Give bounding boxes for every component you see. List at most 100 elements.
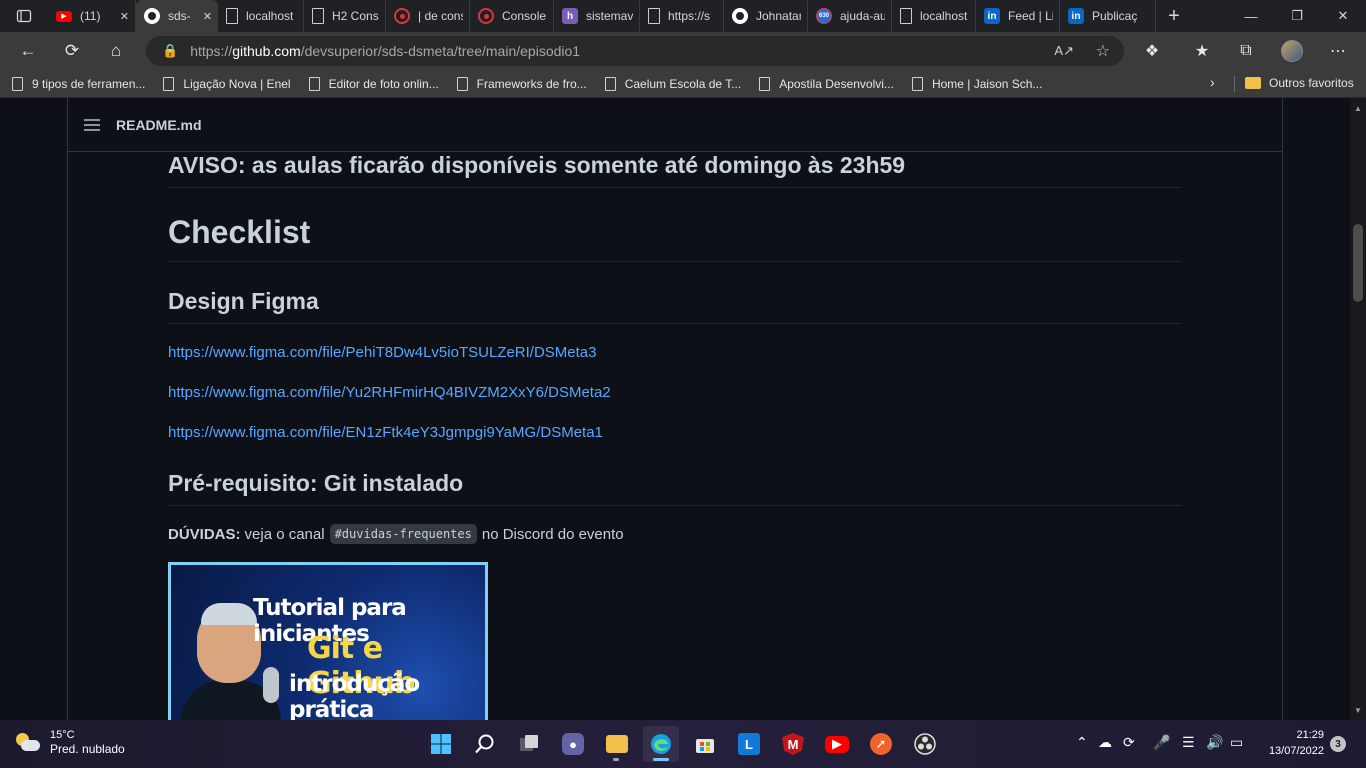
tab-strip: ▶ (11) ✕ sds- ✕ localhost H2 Cons | de cons Cons… (0, 0, 1366, 32)
sync-icon[interactable]: ⟳ (1123, 734, 1135, 751)
volume-icon[interactable]: 🔊 (1206, 734, 1223, 751)
figma-link-dsmeta2[interactable]: https://www.figma.com/file/Yu2RHFmirHQ4B… (168, 384, 611, 401)
new-tab-button[interactable]: + (1156, 0, 1192, 32)
close-tab-icon[interactable]: ✕ (120, 10, 129, 23)
edge-button[interactable] (643, 726, 679, 762)
restore-button[interactable]: ❐ (1274, 0, 1320, 32)
list-icon[interactable] (84, 118, 100, 131)
task-view-icon (520, 735, 538, 751)
figma-link-dsmeta1[interactable]: https://www.figma.com/file/EN1zFtk4eY3Jg… (168, 424, 603, 441)
scroll-down-icon[interactable]: ▼ (1350, 702, 1366, 718)
figma-link-dsmeta3[interactable]: https://www.figma.com/file/PehiT8Dw4Lv5i… (168, 344, 597, 361)
page-icon (163, 76, 175, 91)
favorites-divider (1234, 76, 1235, 92)
youtube-button[interactable]: ▶ (819, 726, 855, 762)
store-icon (696, 739, 714, 753)
favorites-icon[interactable]: ★ (1184, 32, 1220, 70)
aviso-heading: AVISO: as aulas ficarão disponíveis some… (168, 152, 1182, 188)
tab-1[interactable]: sds- ✕ (136, 0, 218, 32)
favorite-item[interactable]: Ligação Nova | Enel (163, 76, 291, 91)
chevron-right-icon[interactable]: › (1210, 74, 1215, 90)
vertical-scrollbar[interactable]: ▲ ▼ (1350, 98, 1366, 720)
minimize-button[interactable]: — (1228, 0, 1274, 32)
tab-8[interactable]: Johnatan (724, 0, 808, 32)
favorite-item[interactable]: Editor de foto onlin... (308, 76, 439, 91)
tab-title: (11) (80, 9, 101, 23)
duvidas-paragraph: DÚVIDAS: veja o canal #duvidas-frequente… (168, 524, 624, 544)
tab-7[interactable]: https://s (640, 0, 724, 32)
favorite-label: Ligação Nova | Enel (183, 76, 291, 91)
notification-badge[interactable]: 3 (1330, 736, 1346, 752)
scroll-up-icon[interactable]: ▲ (1350, 100, 1366, 116)
wifi-icon[interactable]: ☰ (1182, 734, 1195, 751)
tab-title: | de cons (418, 9, 463, 23)
tab-9[interactable]: 630 ajuda-au (808, 0, 892, 32)
youtube-icon: ▶ (56, 10, 72, 22)
tab-11[interactable]: in Feed | Lin (976, 0, 1060, 32)
git-tutorial-thumbnail[interactable]: Tutorial para iniciantes Git e Github in… (168, 562, 488, 720)
linkedin-icon: in (984, 8, 1000, 24)
tab-2[interactable]: localhost (218, 0, 304, 32)
more-menu-icon[interactable]: ⋯ (1320, 32, 1356, 70)
favorite-item[interactable]: Frameworks de fro... (456, 76, 587, 91)
favorite-item[interactable]: Apostila Desenvolvi... (759, 76, 894, 91)
tab-10[interactable]: localhost (892, 0, 976, 32)
close-tab-icon[interactable]: ✕ (203, 10, 212, 23)
teams-chat-button[interactable]: ● (555, 726, 591, 762)
favorite-item[interactable]: Home | Jaison Sch... (911, 76, 1042, 91)
task-view-button[interactable] (511, 726, 547, 762)
thumbnail-line3: introdução prática (289, 671, 420, 720)
app-l-button[interactable]: L (731, 726, 767, 762)
read-aloud-icon[interactable]: A↗ (1054, 43, 1074, 59)
presenter-cap (201, 603, 257, 625)
mcafee-button[interactable]: M (775, 726, 811, 762)
other-favorites-button[interactable]: Outros favoritos (1245, 76, 1354, 90)
taskbar: 15°C Pred. nublado ● L M ▶ ➚ ⌃ ☁ ⟳ 🎤 ☰ 🔊… (0, 720, 1366, 768)
linkedin-icon: in (1068, 8, 1084, 24)
weather-temperature: 15°C (50, 729, 75, 741)
clock[interactable]: 21:29 13/07/2022 (1254, 727, 1324, 759)
refresh-button[interactable]: ⟳ (52, 32, 92, 70)
tab-title: localhost (920, 9, 968, 23)
folder-icon (1245, 77, 1261, 89)
home-button[interactable]: ⌂ (96, 32, 136, 70)
readme-box: README.md AVISO: as aulas ficarão dispon… (67, 98, 1283, 720)
battery-icon[interactable]: ▭ (1230, 734, 1243, 751)
tab-5[interactable]: Console (470, 0, 554, 32)
address-bar[interactable]: 🔒 https://github.com/devsuperior/sds-dsm… (146, 36, 1124, 66)
letter-l-icon: L (738, 733, 760, 755)
site-icon (478, 8, 494, 24)
microphone-icon[interactable]: 🎤 (1153, 734, 1170, 751)
favorite-item[interactable]: Caelum Escola de T... (604, 76, 741, 91)
app-orange-button[interactable]: ➚ (863, 726, 899, 762)
store-button[interactable] (687, 726, 723, 762)
scrollbar-thumb[interactable] (1353, 224, 1363, 302)
url-path: /devsuperior/sds-dsmeta/tree/main/episod… (300, 43, 581, 59)
tab-0[interactable]: ▶ (11) ✕ (48, 0, 136, 32)
tab-title: localhost (246, 9, 294, 23)
page-icon (308, 76, 320, 91)
collections-icon[interactable]: ⧉ (1228, 32, 1264, 70)
start-button[interactable] (423, 726, 459, 762)
weather-widget[interactable]: 15°C Pred. nublado (16, 728, 125, 757)
onedrive-icon[interactable]: ☁ (1098, 734, 1112, 751)
file-explorer-button[interactable] (599, 726, 635, 762)
obs-button[interactable] (907, 726, 943, 762)
tab-actions-button[interactable] (0, 0, 48, 32)
tab-12[interactable]: in Publicaç (1060, 0, 1156, 32)
favorite-item[interactable]: 9 tipos de ferramen... (12, 76, 145, 91)
extensions-icon[interactable]: ❖ (1134, 32, 1170, 70)
close-window-button[interactable]: ✕ (1320, 0, 1366, 32)
back-button[interactable]: ← (8, 32, 48, 70)
microphone-icon (263, 667, 279, 703)
profile-button[interactable] (1274, 32, 1310, 70)
tab-3[interactable]: H2 Cons (304, 0, 386, 32)
chevron-up-icon[interactable]: ⌃ (1076, 734, 1088, 751)
tab-4[interactable]: | de cons (386, 0, 470, 32)
prerequisite-heading: Pré-requisito: Git instalado (168, 470, 1182, 506)
search-button[interactable] (467, 726, 503, 762)
tab-6[interactable]: h sistemav (554, 0, 640, 32)
running-indicator (613, 758, 619, 761)
add-favorite-icon[interactable]: ☆ (1096, 41, 1110, 61)
favorites-bar: 9 tipos de ferramen... Ligação Nova | Ene… (0, 70, 1366, 98)
